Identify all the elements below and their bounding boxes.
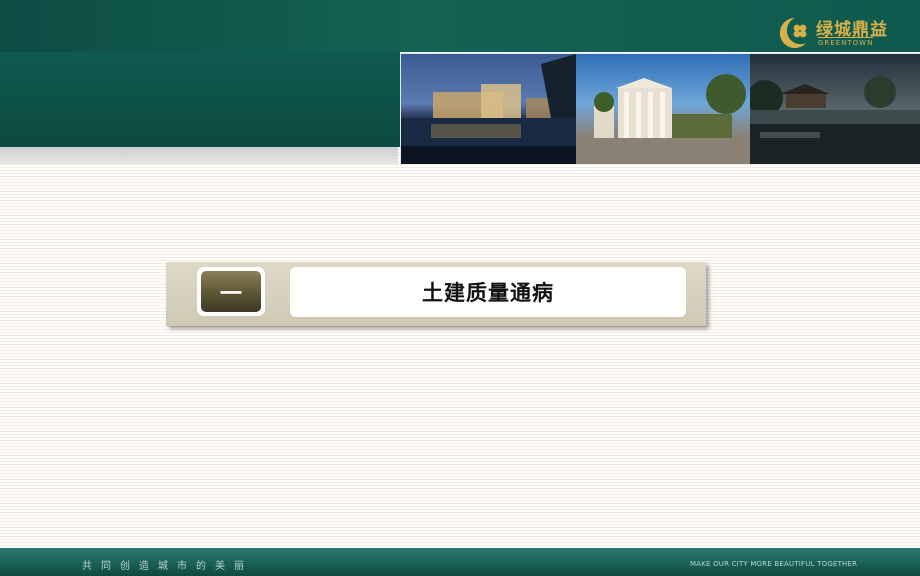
brand-logo: 绿城鼎益 GREENTOWN [776,14,887,50]
section-number-badge: 一 [197,267,265,316]
section-heading-panel: 一 土建质量通病 [166,262,706,326]
photo-hotel-lake-night [401,54,576,164]
header-grey-strip [0,147,398,164]
clover-logo-icon [779,17,807,48]
footer-bar: 共同创造城市的美丽 MAKE OUR CITY MORE BEAUTIFUL T… [0,548,920,576]
header-green-band [0,52,400,147]
photo-villa-columns [576,54,750,164]
header-photo-strip [400,53,920,164]
photo-garden-pond [750,54,920,164]
section-title: 土建质量通病 [290,267,686,317]
footer-slogan-en: MAKE OUR CITY MORE BEAUTIFUL TOGETHER [690,560,858,568]
brand-subtitle: GREENTOWN [818,37,874,47]
section-number: 一 [201,271,261,312]
footer-slogan-cn: 共同创造城市的美丽 [82,561,253,572]
